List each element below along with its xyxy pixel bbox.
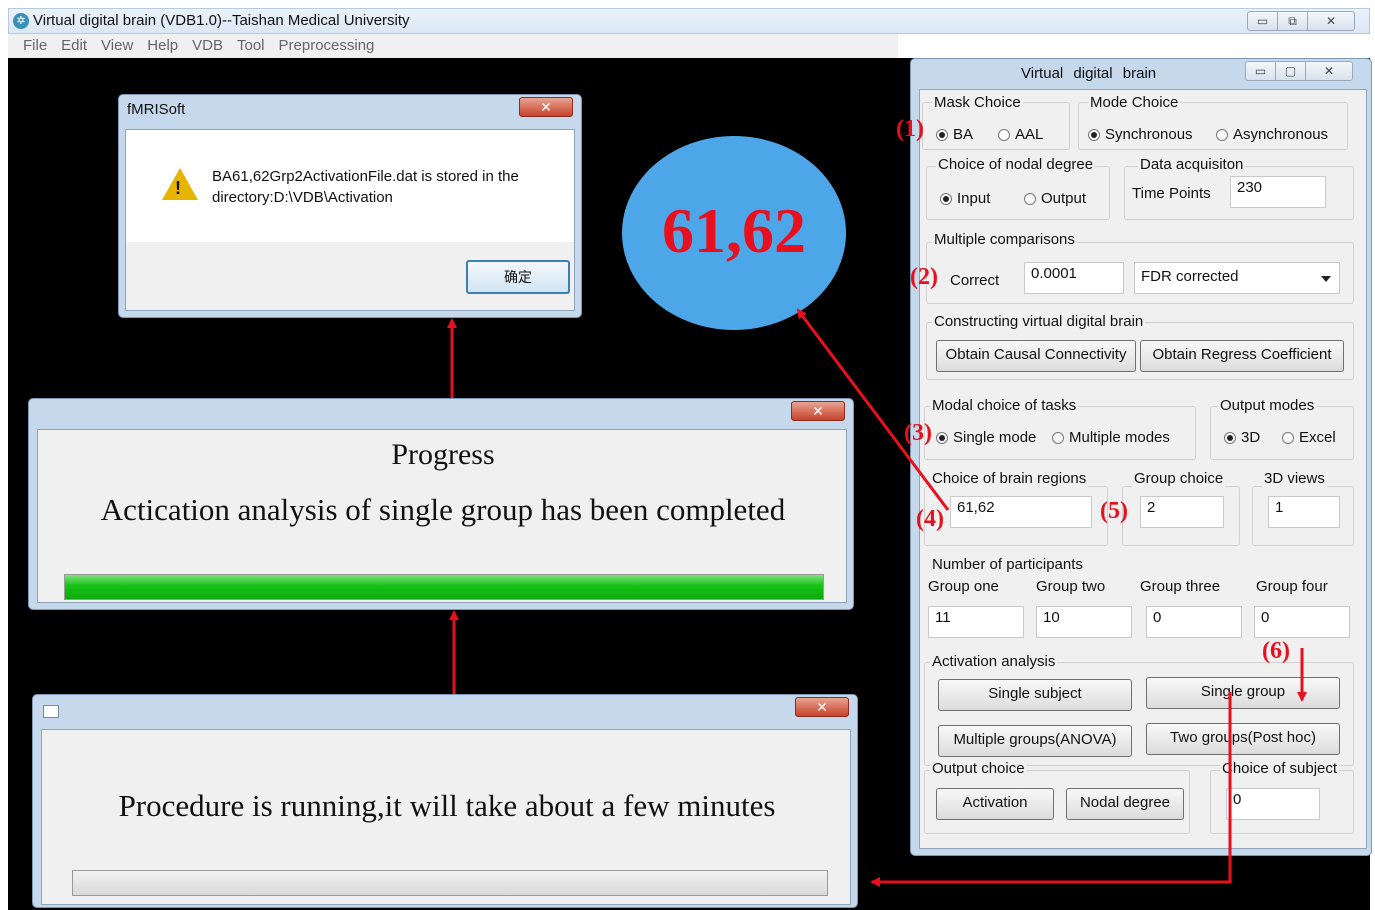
arrow-region-to-bubble (796, 308, 950, 511)
arrow-single-group-to-running (870, 692, 1232, 887)
flow-arrows (447, 308, 1307, 887)
